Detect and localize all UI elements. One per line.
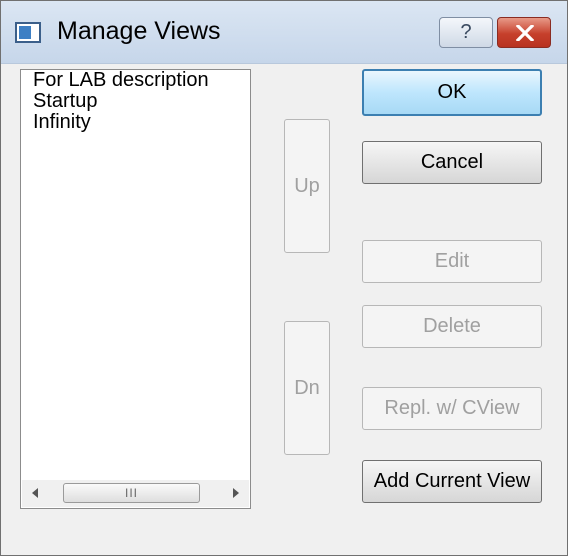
delete-button[interactable]: Delete <box>362 305 542 348</box>
ok-button[interactable]: OK <box>362 69 542 116</box>
close-icon <box>516 25 534 41</box>
move-down-button[interactable]: Dn <box>284 321 330 455</box>
app-window-icon <box>15 22 41 43</box>
scroll-right-icon[interactable] <box>233 488 239 498</box>
dialog-title: Manage Views <box>57 17 221 45</box>
list-item[interactable]: Startup <box>21 91 250 112</box>
views-listbox[interactable]: For LAB description Startup Infinity III <box>20 69 251 509</box>
replace-with-current-view-button[interactable]: Repl. w/ CView <box>362 387 542 430</box>
manage-views-dialog: Manage Views ? For LAB description Startu… <box>0 0 568 556</box>
edit-button[interactable]: Edit <box>362 240 542 283</box>
move-up-button[interactable]: Up <box>284 119 330 253</box>
scroll-left-icon[interactable] <box>32 488 38 498</box>
horizontal-scrollbar[interactable]: III <box>22 480 249 507</box>
help-button[interactable]: ? <box>439 17 493 48</box>
cancel-button[interactable]: Cancel <box>362 141 542 184</box>
scrollbar-thumb[interactable]: III <box>63 483 200 503</box>
list-item[interactable]: Infinity <box>21 112 250 133</box>
close-button[interactable] <box>497 17 551 48</box>
add-current-view-button[interactable]: Add Current View <box>362 460 542 503</box>
title-bar: Manage Views ? <box>1 1 567 64</box>
list-item[interactable]: For LAB description <box>21 70 250 91</box>
